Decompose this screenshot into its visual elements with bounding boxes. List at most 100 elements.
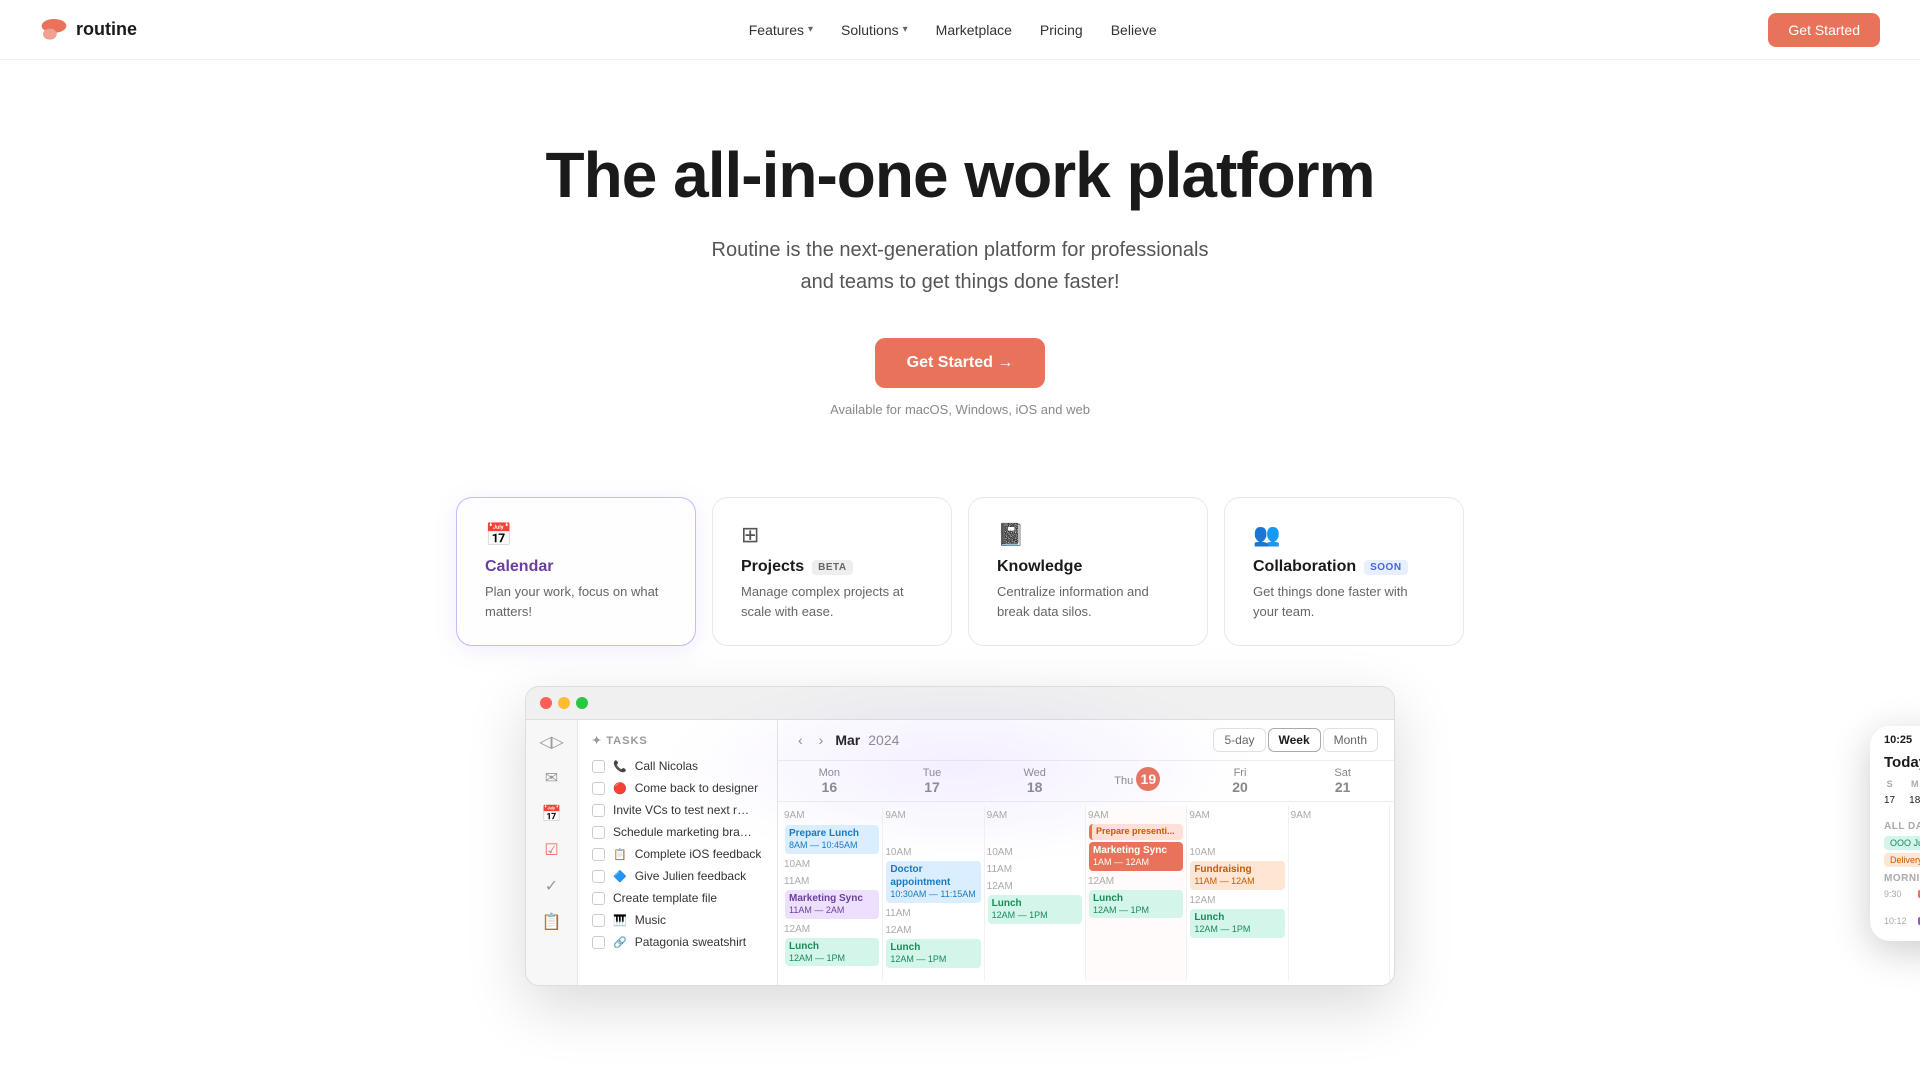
feature-card-projects[interactable]: ⊞ Projects BETA Manage complex projects … <box>712 497 952 646</box>
calendar-5day-button[interactable]: 5-day <box>1213 728 1265 752</box>
mobile-calendar-grid: S M T W T F S 17 18 19 20 21 22 23 <box>1870 777 1920 811</box>
task-text: Music <box>635 913 666 927</box>
lunch-tue-event[interactable]: Lunch 12AM — 1PM <box>886 939 980 968</box>
task-item[interactable]: 🎹 Music <box>578 909 777 931</box>
traffic-light-minimize[interactable] <box>558 697 570 709</box>
app-sidebar: ◁▷ ✉ 📅 ☑ ✓ 📋 <box>526 720 578 985</box>
task-checkbox[interactable] <box>592 848 605 861</box>
calendar-month: Mar <box>835 732 860 748</box>
mobile-tag-delivery: Delivery – Ami <box>1884 853 1920 867</box>
task-checkbox[interactable] <box>592 936 605 949</box>
task-text: Invite VCs to test next release <box>613 803 753 817</box>
calendar-body: 9AM Prepare Lunch 8AM — 10:45AM 10AM 11A… <box>778 802 1394 985</box>
cal-day-sat: Sat 21 <box>1291 761 1394 801</box>
task-text: Patagonia sweatshirt <box>635 935 746 949</box>
cal-col-mon: 9AM Prepare Lunch 8AM — 10:45AM 10AM 11A… <box>782 806 883 981</box>
prepare-lunch-event[interactable]: Prepare Lunch 8AM — 10:45AM <box>785 825 879 854</box>
task-checkbox[interactable] <box>592 804 605 817</box>
mobile-morning-label: MORNING <box>1870 869 1920 886</box>
task-checkbox[interactable] <box>592 826 605 839</box>
hero-subtitle: Routine is the next-generation platform … <box>40 234 1880 298</box>
task-checkbox[interactable] <box>592 782 605 795</box>
calendar-next-button[interactable]: › <box>815 730 828 750</box>
chevron-down-icon: ▾ <box>808 24 813 35</box>
marketing-sync-thu-event[interactable]: Marketing Sync 1AM — 12AM <box>1089 842 1183 871</box>
nav-pricing[interactable]: Pricing <box>1040 22 1083 38</box>
task-item[interactable]: 🔗 Patagonia sweatshirt <box>578 931 777 953</box>
mcg-num-18[interactable]: 18 <box>1903 793 1920 811</box>
nav-get-started-button[interactable]: Get Started <box>1768 13 1880 47</box>
sidebar-nav-icon[interactable]: ◁▷ <box>539 732 564 752</box>
fundraising-event[interactable]: Fundraising 11AM — 12AM <box>1190 861 1284 890</box>
nav-links: Features ▾ Solutions ▾ Marketplace Prici… <box>749 22 1157 38</box>
mobile-time: 10:25 <box>1884 734 1912 746</box>
logo[interactable]: routine <box>40 19 137 41</box>
task-checkbox[interactable] <box>592 870 605 883</box>
task-item[interactable]: 🔴 Come back to designer <box>578 777 777 799</box>
sidebar-inbox-icon[interactable]: ✉ <box>545 768 558 788</box>
task-item[interactable]: Schedule marketing brainstor... <box>578 821 777 843</box>
marketing-sync-mon-event[interactable]: Marketing Sync 11AM — 2AM <box>785 890 879 919</box>
calendar-prev-button[interactable]: ‹ <box>794 730 807 750</box>
task-text: Schedule marketing brainstor... <box>613 825 753 839</box>
task-item[interactable]: Invite VCs to test next release <box>578 799 777 821</box>
mobile-overlay: 10:25 ▲ WiFi ▮▮▮ Today 🔍 S M T W T F S 1… <box>1870 726 1920 941</box>
task-notion-icon: 📋 <box>613 848 627 861</box>
sidebar-check-icon[interactable]: ✓ <box>545 876 558 896</box>
feature-card-knowledge[interactable]: 📓 Knowledge Centralize information and b… <box>968 497 1208 646</box>
task-google-icon: 🔴 <box>613 782 627 795</box>
lunch-fri-event[interactable]: Lunch 12AM — 1PM <box>1190 909 1284 938</box>
app-body: ◁▷ ✉ 📅 ☑ ✓ 📋 ✦ TASKS 📞 Call Nicolas 🔴 <box>526 720 1394 985</box>
calendar-month-nav: ‹ › Mar 2024 <box>794 730 899 750</box>
lunch-thu-event[interactable]: Lunch 12AM — 1PM <box>1089 890 1183 919</box>
calendar-week-button[interactable]: Week <box>1268 728 1321 752</box>
feature-desc-calendar: Plan your work, focus on what matters! <box>485 582 667 621</box>
task-item[interactable]: 📋 Complete iOS feedback <box>578 843 777 865</box>
cal-day-mon: Mon 16 <box>778 761 881 801</box>
hero-title: The all-in-one work platform <box>40 140 1880 210</box>
mobile-event-row: 9:30 Prepare presentation 30m <box>1870 886 1920 913</box>
calendar-month-button[interactable]: Month <box>1323 728 1378 752</box>
task-checkbox[interactable] <box>592 914 605 927</box>
mcg-day-m: M <box>1903 777 1920 791</box>
task-item[interactable]: Create template file <box>578 887 777 909</box>
tasks-panel: ✦ TASKS 📞 Call Nicolas 🔴 Come back to de… <box>578 720 778 985</box>
lunch-wed-event[interactable]: Lunch 12AM — 1PM <box>988 895 1082 924</box>
sidebar-calendar-icon[interactable]: 📅 <box>542 804 562 824</box>
nav-marketplace[interactable]: Marketplace <box>936 22 1012 38</box>
feature-desc-knowledge: Centralize information and break data si… <box>997 582 1179 621</box>
lunch-mon-event[interactable]: Lunch 12AM — 1PM <box>785 938 879 967</box>
traffic-light-maximize[interactable] <box>576 697 588 709</box>
beta-badge: BETA <box>812 560 852 575</box>
traffic-light-close[interactable] <box>540 697 552 709</box>
prepare-present-event[interactable]: Prepare presenti... <box>1089 824 1183 840</box>
feature-card-calendar[interactable]: 📅 Calendar Plan your work, focus on what… <box>456 497 696 646</box>
nav-believe[interactable]: Believe <box>1111 22 1157 38</box>
mobile-allday-events: OOO Julien Office – Paris Delivery – Ami… <box>1870 834 1920 869</box>
mcg-num-17[interactable]: 17 <box>1878 793 1901 811</box>
feature-card-collaboration[interactable]: 👥 Collaboration SOON Get things done fas… <box>1224 497 1464 646</box>
nav-features[interactable]: Features ▾ <box>749 22 813 38</box>
sidebar-notes-icon[interactable]: 📋 <box>542 912 562 932</box>
mcg-day-s: S <box>1878 777 1901 791</box>
screenshot-section: ◁▷ ✉ 📅 ☑ ✓ 📋 ✦ TASKS 📞 Call Nicolas 🔴 <box>0 666 1920 986</box>
task-checkbox[interactable] <box>592 892 605 905</box>
calendar-icon: 📅 <box>485 522 667 548</box>
task-item[interactable]: 📞 Call Nicolas <box>578 755 777 777</box>
feature-title-knowledge: Knowledge <box>997 558 1179 576</box>
collaboration-icon: 👥 <box>1253 522 1435 548</box>
calendar-header: ‹ › Mar 2024 5-day Week Month <box>778 720 1394 761</box>
task-item[interactable]: 🔷 Give Julien feedback <box>578 865 777 887</box>
sidebar-tasks-icon[interactable]: ☑ <box>544 840 558 860</box>
nav-solutions[interactable]: Solutions ▾ <box>841 22 908 38</box>
hero-get-started-button[interactable]: Get Started → <box>875 338 1046 388</box>
task-text: Create template file <box>613 891 717 905</box>
cal-col-tue: 9AM 10AM Doctor appointment 10:30AM — 11… <box>883 806 984 981</box>
tasks-header: ✦ TASKS <box>578 730 777 755</box>
mobile-event-row-marketing: 10:12 Marketing Sync 👥 <box>1870 913 1920 941</box>
task-music-icon: 🎹 <box>613 914 627 927</box>
calendar-year: 2024 <box>868 732 899 748</box>
task-checkbox[interactable] <box>592 760 605 773</box>
doctor-appt-event[interactable]: Doctor appointment 10:30AM — 11:15AM <box>886 861 980 903</box>
task-phone-icon: 📞 <box>613 760 627 773</box>
